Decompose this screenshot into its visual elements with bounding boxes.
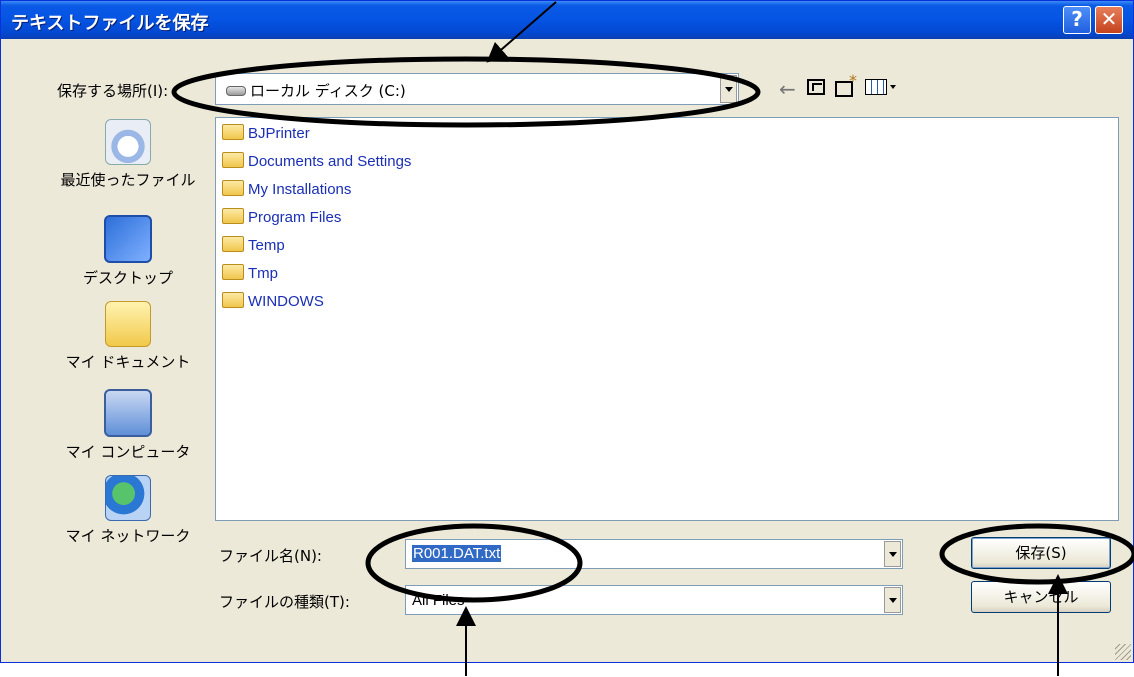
annotation-arrow-top [486,1,557,63]
annotation-overlay [171,1,1134,676]
highlight-ellipse-save [939,523,1134,585]
highlight-ellipse-file-name [365,523,583,603]
highlight-ellipse-look-in [171,56,761,128]
